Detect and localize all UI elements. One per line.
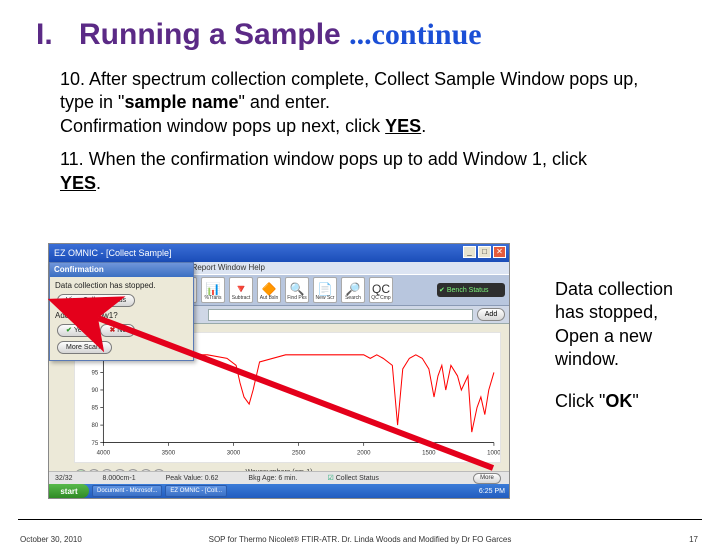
slide-title: I. Running a Sample ...continue	[36, 18, 482, 52]
taskbar-clock: 6:25 PM	[479, 488, 509, 495]
svg-text:4000: 4000	[97, 449, 111, 456]
status-bkg-age: Bkg Age: 6 min.	[248, 475, 297, 482]
svg-text:85: 85	[92, 405, 99, 412]
status-peak: Peak Value: 0.62	[166, 475, 219, 482]
app-titlebar: EZ OMNIC - [Collect Sample] _ □ ✕	[49, 244, 509, 262]
body-text: 10. After spectrum collection complete, …	[60, 68, 670, 205]
svg-text:1000: 1000	[487, 449, 500, 456]
app-statusbar: 32/32 8.000cm-1 Peak Value: 0.62 Bkg Age…	[49, 471, 509, 484]
svg-text:3000: 3000	[227, 449, 241, 456]
svg-text:80: 80	[92, 422, 99, 429]
toolbar-findpks-button[interactable]: 🔍Find Pks	[285, 277, 309, 303]
slide: I. Running a Sample ...continue 10. Afte…	[0, 0, 720, 540]
side-p1: Data collection has stopped, Open a new …	[555, 278, 695, 372]
minimize-button[interactable]: _	[463, 246, 476, 258]
dialog-body: Data collection has stopped. View Collec…	[50, 277, 193, 360]
svg-text:1500: 1500	[422, 449, 436, 456]
app-screenshot: EZ OMNIC - [Collect Sample] _ □ ✕ File E…	[48, 243, 510, 499]
view-collect-status-button[interactable]: View Collect Status	[57, 294, 135, 307]
svg-text:90: 90	[92, 387, 99, 394]
toolbar-trans-button[interactable]: 📊%Trans	[201, 277, 225, 303]
dialog-title: Confirmation	[50, 263, 193, 277]
windows-taskbar: start Document - Microsof... EZ OMNIC - …	[49, 484, 509, 498]
maximize-button[interactable]: □	[478, 246, 491, 258]
dialog-line2: Add to Window1?	[55, 311, 188, 320]
svg-text:75: 75	[92, 440, 99, 447]
toolbar-autbsln-button[interactable]: 🔶Aut Bsln	[257, 277, 281, 303]
svg-text:2000: 2000	[357, 449, 371, 456]
dialog-line1: Data collection has stopped.	[55, 281, 188, 290]
title-roman: I.	[36, 18, 53, 51]
taskbar-tile[interactable]: Document - Microsof...	[92, 485, 162, 497]
title-main: Running a Sample	[79, 18, 341, 51]
yes-button[interactable]: ✔ Yes	[57, 324, 94, 337]
more-scans-button[interactable]: More Scans	[57, 341, 112, 354]
svg-text:95: 95	[92, 369, 99, 376]
status-resolution: 8.000cm-1	[103, 475, 136, 482]
svg-text:3500: 3500	[162, 449, 176, 456]
toolbar-qccmp-button[interactable]: QCQC Cmp	[369, 277, 393, 303]
sample-name-field[interactable]	[208, 309, 473, 321]
bench-status-badge: Bench Status	[437, 283, 505, 297]
toolbar-search-button[interactable]: 🔎Search	[341, 277, 365, 303]
step-11: 11. When the confirmation window pops up…	[60, 148, 670, 195]
no-button[interactable]: ✖ No	[100, 324, 135, 337]
side-p2: Click "OK"	[555, 390, 695, 413]
confirmation-dialog: Confirmation Data collection has stopped…	[49, 262, 194, 361]
step-10: 10. After spectrum collection complete, …	[60, 68, 670, 138]
toolbar-subtract-button[interactable]: 🔻Subtract	[229, 277, 253, 303]
close-button[interactable]: ✕	[493, 246, 506, 258]
title-continue: continue	[372, 18, 482, 51]
add-button[interactable]: Add	[477, 308, 505, 321]
taskbar-tile[interactable]: EZ OMNIC - [Coll...	[165, 485, 227, 497]
toolbar-newscr-button[interactable]: 📄New Scr	[313, 277, 337, 303]
status-collect: Collect Status	[327, 474, 378, 482]
more-button[interactable]: More	[473, 473, 501, 484]
svg-text:2500: 2500	[292, 449, 306, 456]
toolbar-icons: 📈Absorb📊%Trans🔻Subtract🔶Aut Bsln🔍Find Pk…	[173, 277, 393, 303]
title-dots: ...	[349, 18, 372, 51]
footer-rule	[18, 519, 702, 520]
side-text: Data collection has stopped, Open a new …	[555, 278, 695, 431]
start-button[interactable]: start	[49, 484, 89, 498]
status-scans: 32/32	[55, 475, 73, 482]
